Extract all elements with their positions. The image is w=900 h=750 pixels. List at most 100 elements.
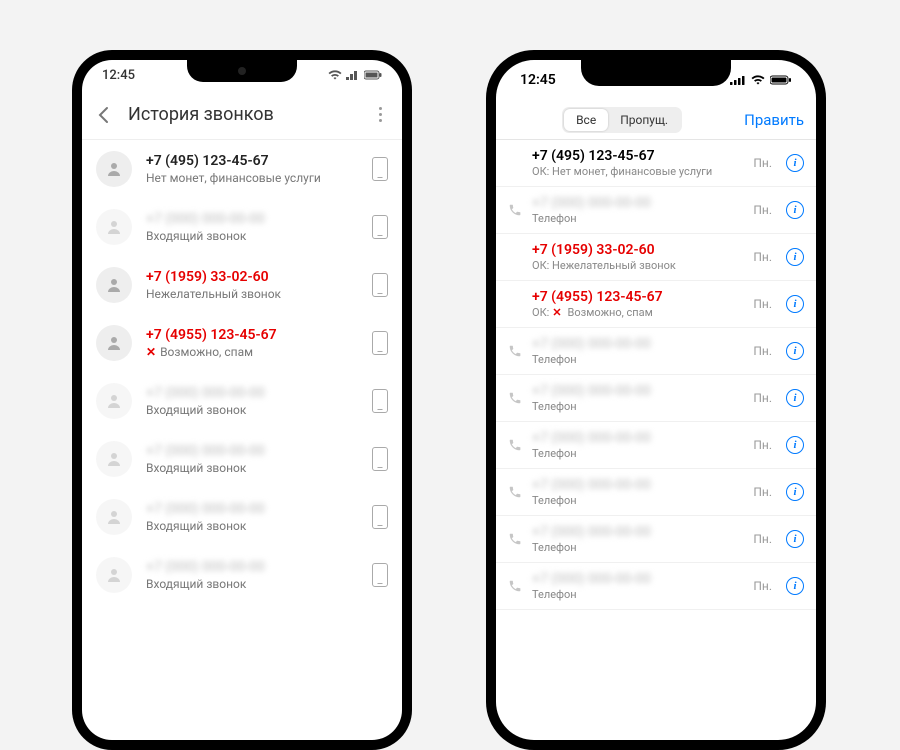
info-button[interactable]: i — [786, 248, 804, 266]
call-number: +7 (000) 000-00-00 — [146, 559, 358, 575]
device-icon — [372, 331, 388, 355]
call-subtitle: ✕Возможно, спам — [146, 345, 358, 359]
overflow-menu-button[interactable] — [370, 105, 390, 125]
call-day: Пн. — [753, 344, 772, 358]
avatar — [96, 267, 132, 303]
info-button[interactable]: i — [786, 436, 804, 454]
info-button[interactable]: i — [786, 342, 804, 360]
call-subtitle: Входящий звонок — [146, 229, 358, 243]
iphone-screen: 12:45 Все Пропущ. Править +7 (495) 123-4… — [496, 60, 816, 740]
call-row[interactable]: +7 (495) 123-45-67ОК: Нет монет, финансо… — [496, 140, 816, 187]
call-day: Пн. — [753, 579, 772, 593]
status-icons — [730, 75, 792, 85]
call-number: +7 (495) 123-45-67 — [146, 153, 358, 169]
call-row[interactable]: +7 (000) 000-00-00 Входящий звонок — [82, 488, 402, 546]
call-text: +7 (000) 000-00-00Телефон — [532, 383, 745, 413]
dot-icon — [379, 107, 382, 110]
call-day: Пн. — [753, 203, 772, 217]
info-button[interactable]: i — [786, 295, 804, 313]
call-text: +7 (000) 000-00-00 Входящий звонок — [146, 443, 358, 475]
android-phone-frame: 12:45 История звонков +7 (495) 123-45-67… — [72, 50, 412, 750]
call-row[interactable]: +7 (000) 000-00-00 Входящий звонок — [82, 430, 402, 488]
call-subtitle: Телефон — [532, 212, 745, 225]
avatar — [96, 557, 132, 593]
call-subtitle: Телефон — [532, 541, 745, 554]
call-text: +7 (000) 000-00-00Телефон — [532, 195, 745, 225]
call-row[interactable]: +7 (000) 000-00-00Телефон Пн. i — [496, 469, 816, 516]
call-row[interactable]: +7 (000) 000-00-00Телефон Пн. i — [496, 328, 816, 375]
avatar — [96, 151, 132, 187]
outgoing-call-icon — [506, 483, 524, 501]
call-number: +7 (1959) 33-02-60 — [532, 242, 745, 258]
avatar — [96, 325, 132, 361]
android-header: История звонков — [82, 90, 402, 140]
device-icon — [372, 273, 388, 297]
call-text: +7 (000) 000-00-00Телефон — [532, 336, 745, 366]
call-number: +7 (495) 123-45-67 — [532, 148, 745, 164]
outgoing-call-icon — [506, 201, 524, 219]
call-subtitle: Телефон — [532, 353, 745, 366]
call-row[interactable]: +7 (000) 000-00-00ТелефонПн.i — [496, 563, 816, 610]
device-icon — [372, 447, 388, 471]
call-number: +7 (000) 000-00-00 — [146, 211, 358, 227]
info-button[interactable]: i — [786, 201, 804, 219]
device-icon — [372, 505, 388, 529]
call-subtitle: Телефон — [532, 400, 745, 413]
info-button[interactable]: i — [786, 530, 804, 548]
call-row[interactable]: +7 (1959) 33-02-60Нежелательный звонок — [82, 256, 402, 314]
call-row[interactable]: +7 (000) 000-00-00Входящий звонок — [82, 372, 402, 430]
device-icon — [372, 215, 388, 239]
call-number: +7 (000) 000-00-00 — [532, 477, 745, 493]
call-text: +7 (000) 000-00-00Телефон — [532, 524, 745, 554]
call-subtitle: Входящий звонок — [146, 461, 358, 475]
call-row[interactable]: +7 (000) 000-00-00ТелефонПн.i — [496, 375, 816, 422]
call-row[interactable]: +7 (000) 000-00-00Телефон Пн. i — [496, 516, 816, 563]
call-row[interactable]: +7 (000) 000-00-00 Входящий звонок — [82, 198, 402, 256]
iphone-frame: 12:45 Все Пропущ. Править +7 (495) 123-4… — [486, 50, 826, 750]
info-button[interactable]: i — [786, 389, 804, 407]
call-text: +7 (000) 000-00-00Телефон — [532, 430, 745, 460]
signal-icon — [730, 75, 746, 85]
segment-missed[interactable]: Пропущ. — [608, 109, 680, 131]
call-number: +7 (000) 000-00-00 — [532, 336, 745, 352]
call-subtitle: Телефон — [532, 494, 745, 507]
call-day: Пн. — [753, 485, 772, 499]
call-subtitle: ОК: ✕ Возможно, спам — [532, 306, 745, 319]
android-call-list[interactable]: +7 (495) 123-45-67Нет монет, финансовые … — [82, 140, 402, 604]
device-icon — [372, 563, 388, 587]
call-row[interactable]: +7 (495) 123-45-67Нет монет, финансовые … — [82, 140, 402, 198]
status-time: 12:45 — [520, 72, 556, 88]
call-number: +7 (4955) 123-45-67 — [532, 289, 745, 305]
android-notch — [187, 60, 297, 82]
device-icon — [372, 157, 388, 181]
segmented-control[interactable]: Все Пропущ. — [562, 107, 682, 133]
call-row[interactable]: +7 (4955) 123-45-67ОК: ✕ Возможно, спамП… — [496, 281, 816, 328]
call-subtitle: Телефон — [532, 588, 745, 601]
call-day: Пн. — [753, 532, 772, 546]
call-number: +7 (4955) 123-45-67 — [146, 327, 358, 343]
outgoing-call-icon — [506, 342, 524, 360]
call-row[interactable]: +7 (000) 000-00-00Телефон Пн. i — [496, 187, 816, 234]
arrow-left-icon — [95, 106, 113, 124]
call-number: +7 (000) 000-00-00 — [146, 501, 358, 517]
signal-icon — [346, 70, 360, 80]
info-button[interactable]: i — [786, 483, 804, 501]
edit-button[interactable]: Править — [744, 111, 804, 129]
call-text: +7 (000) 000-00-00Входящий звонок — [146, 385, 358, 417]
call-row[interactable]: +7 (000) 000-00-00Телефон Пн. i — [496, 422, 816, 469]
iphone-call-list[interactable]: +7 (495) 123-45-67ОК: Нет монет, финансо… — [496, 140, 816, 610]
call-day: Пн. — [753, 438, 772, 452]
info-button[interactable]: i — [786, 577, 804, 595]
call-number: +7 (000) 000-00-00 — [146, 443, 358, 459]
call-row[interactable]: +7 (1959) 33-02-60ОК: Нежелательный звон… — [496, 234, 816, 281]
call-text: +7 (4955) 123-45-67 ✕Возможно, спам — [146, 327, 358, 359]
back-button[interactable] — [94, 105, 114, 125]
info-button[interactable]: i — [786, 154, 804, 172]
call-row[interactable]: +7 (000) 000-00-00Входящий звонок — [82, 546, 402, 604]
call-row[interactable]: +7 (4955) 123-45-67 ✕Возможно, спам — [82, 314, 402, 372]
iphone-notch — [581, 60, 731, 86]
segment-all[interactable]: Все — [564, 109, 608, 131]
call-text: +7 (000) 000-00-00Телефон — [532, 477, 745, 507]
call-number: +7 (000) 000-00-00 — [532, 524, 745, 540]
call-subtitle: Входящий звонок — [146, 519, 358, 533]
